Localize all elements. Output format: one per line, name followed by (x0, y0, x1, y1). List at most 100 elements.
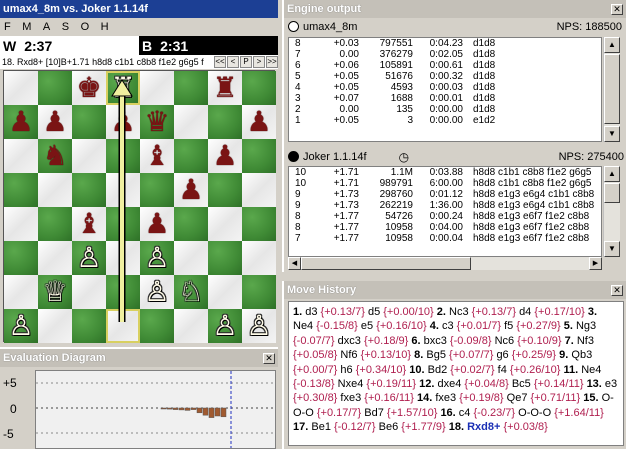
square-h6[interactable] (242, 139, 276, 173)
scroll-up-icon[interactable]: ▲ (604, 166, 620, 182)
scroll-down-icon[interactable]: ▼ (604, 241, 620, 257)
square-b7[interactable]: ♟ (38, 105, 72, 139)
eval-close-button[interactable]: ✕ (263, 352, 275, 364)
menu-step[interactable]: S (62, 21, 70, 33)
white-pawn-icon[interactable]: ♙ (212, 312, 237, 340)
square-g5[interactable] (208, 173, 242, 207)
engine-output-titlebar[interactable]: Engine output ✕ (284, 0, 626, 18)
square-h2[interactable] (242, 275, 276, 309)
move-entry[interactable]: 4. c3 {+0.01/7} f5 {+0.27/9} (430, 320, 564, 332)
black-pawn-icon[interactable]: ♟ (42, 108, 67, 136)
square-c2[interactable] (72, 275, 106, 309)
history-close-button[interactable]: ✕ (611, 284, 623, 296)
white-queen-icon[interactable]: ♕ (42, 278, 67, 306)
square-g4[interactable] (208, 207, 242, 241)
engine-output-row[interactable]: 3 +0.07 1688 0:00.01 d1d8 (289, 93, 601, 104)
nav-last-button[interactable]: >> (266, 56, 278, 68)
move-history-titlebar[interactable]: Move History ✕ (284, 281, 626, 299)
menu-options[interactable]: O (81, 21, 90, 33)
white-pawn-icon[interactable]: ♙ (8, 312, 33, 340)
square-e4[interactable]: ♟ (140, 207, 174, 241)
square-e8[interactable] (140, 71, 174, 105)
black-pawn-icon[interactable]: ♟ (178, 176, 203, 204)
square-g7[interactable] (208, 105, 242, 139)
nav-forward-button[interactable]: > (253, 56, 265, 68)
chess-board[interactable]: ♚ ♖ ♜ ♟ ♟ ♟ ♛ ♟ ♞ ♝ ♟ ♟ ♝ ♟ ♙ ♙ ♕ ♙ ♘ ♙ ♙ ♙ (3, 70, 276, 343)
board-window-titlebar[interactable]: umax4_8m vs. Joker 1.1.14f (0, 0, 278, 18)
nav-back-button[interactable]: < (227, 56, 239, 68)
menu-file[interactable]: F (4, 21, 11, 33)
square-b1[interactable] (38, 309, 72, 343)
hscroll-thumb[interactable] (301, 257, 471, 270)
square-b8[interactable] (38, 71, 72, 105)
square-f6[interactable] (174, 139, 208, 173)
square-a5[interactable] (4, 173, 38, 207)
black-knight-icon[interactable]: ♞ (42, 142, 67, 170)
engine-output-row[interactable]: 8 +1.77 54726 0:00.24 h8d8 e1g3 e6f7 f1e2 c8… (289, 211, 601, 222)
square-c5[interactable] (72, 173, 106, 207)
square-g3[interactable] (208, 241, 242, 275)
square-h7[interactable]: ♟ (242, 105, 276, 139)
square-b3[interactable] (38, 241, 72, 275)
engine-output-row[interactable]: 10 +1.71 989791 6:00.00 h8d8 c1b1 c8b8 f1e2 … (289, 178, 601, 189)
square-a4[interactable] (4, 207, 38, 241)
black-pawn-icon[interactable]: ♟ (212, 142, 237, 170)
engine1-output-list[interactable]: 8 +0.03 797551 0:04.23 d1d8 7 0.00 376279 0:02.0… (288, 37, 602, 142)
black-bishop-icon[interactable]: ♝ (76, 210, 101, 238)
square-e5[interactable] (140, 173, 174, 207)
square-g1[interactable]: ♙ (208, 309, 242, 343)
square-h5[interactable] (242, 173, 276, 207)
square-c6[interactable] (72, 139, 106, 173)
move-entry[interactable]: 6. bxc3 {-0.09/8} Nc6 {+0.10/9} (411, 335, 564, 347)
menu-action[interactable]: A (43, 21, 51, 33)
square-e1[interactable] (140, 309, 174, 343)
engine-output-row[interactable]: 7 +1.77 10958 0:00.04 h8d8 e1g3 e6f7 f1e2 c8… (289, 233, 601, 244)
square-a7[interactable]: ♟ (4, 105, 38, 139)
square-f3[interactable] (174, 241, 208, 275)
white-rook-icon[interactable]: ♖ (110, 74, 135, 102)
scroll-thumb[interactable] (604, 183, 620, 203)
scroll-down-icon[interactable]: ▼ (604, 126, 620, 142)
white-pawn-icon[interactable]: ♙ (144, 278, 169, 306)
engine-output-row[interactable]: 6 +0.06 105891 0:00.61 d1d8 (289, 60, 601, 71)
engine-output-row[interactable]: 4 +0.05 4593 0:00.03 d1d8 (289, 82, 601, 93)
move-entry[interactable]: 2. Nc3 {+0.13/7} d4 {+0.17/10} (437, 306, 588, 318)
square-a6[interactable] (4, 139, 38, 173)
square-e2[interactable]: ♙ (140, 275, 174, 309)
white-knight-icon[interactable]: ♘ (178, 278, 203, 306)
engine-output-row[interactable]: 8 +1.77 10958 0:04.00 h8d8 e1g3 e6f7 f1e2 c8… (289, 222, 601, 233)
black-queen-icon[interactable]: ♛ (144, 108, 169, 136)
square-g8[interactable]: ♜ (208, 71, 242, 105)
white-pawn-icon[interactable]: ♙ (76, 244, 101, 272)
square-d3[interactable] (106, 241, 140, 275)
engine1-scrollbar[interactable]: ▲ ▼ (603, 37, 620, 142)
square-f8[interactable] (174, 71, 208, 105)
black-pawn-icon[interactable]: ♟ (8, 108, 33, 136)
square-e7[interactable]: ♛ (140, 105, 174, 139)
scroll-thumb[interactable] (604, 54, 620, 124)
square-d1[interactable] (106, 309, 140, 343)
square-h1[interactable]: ♙ (242, 309, 276, 343)
move-entry[interactable]: 14. fxe3 {+0.19/8} Qe7 {+0.71/11} (417, 392, 583, 404)
square-b6[interactable]: ♞ (38, 139, 72, 173)
square-g2[interactable] (208, 275, 242, 309)
engine2-hscrollbar[interactable]: ◀ ▶ (288, 257, 602, 270)
square-g6[interactable]: ♟ (208, 139, 242, 173)
engine-close-button[interactable]: ✕ (611, 3, 623, 15)
square-d6[interactable] (106, 139, 140, 173)
scroll-right-icon[interactable]: ▶ (589, 257, 602, 270)
square-b5[interactable] (38, 173, 72, 207)
move-entry[interactable]: 10. Bd2 {+0.02/7} f4 {+0.26/10} (409, 364, 563, 376)
square-h3[interactable] (242, 241, 276, 275)
engine2-output-list[interactable]: 10 +1.71 1.1M 0:03.88 h8d8 c1b1 c8b8 f1e2 g6… (288, 166, 602, 257)
engine-output-row[interactable]: 9 +1.73 298760 0:01.12 h8d8 e1g3 e6g4 c1b1 c… (289, 189, 601, 200)
engine-output-row[interactable]: 2 0.00 135 0:00.00 d1d8 (289, 104, 601, 115)
square-c3[interactable]: ♙ (72, 241, 106, 275)
eval-plot[interactable] (35, 370, 276, 449)
square-f1[interactable] (174, 309, 208, 343)
move-entry[interactable]: 17. Be1 {-0.12/7} Be6 {+1.77/9} (293, 421, 449, 433)
menu-help[interactable]: H (101, 21, 109, 33)
square-h4[interactable] (242, 207, 276, 241)
square-c8[interactable]: ♚ (72, 71, 106, 105)
square-a8[interactable] (4, 71, 38, 105)
